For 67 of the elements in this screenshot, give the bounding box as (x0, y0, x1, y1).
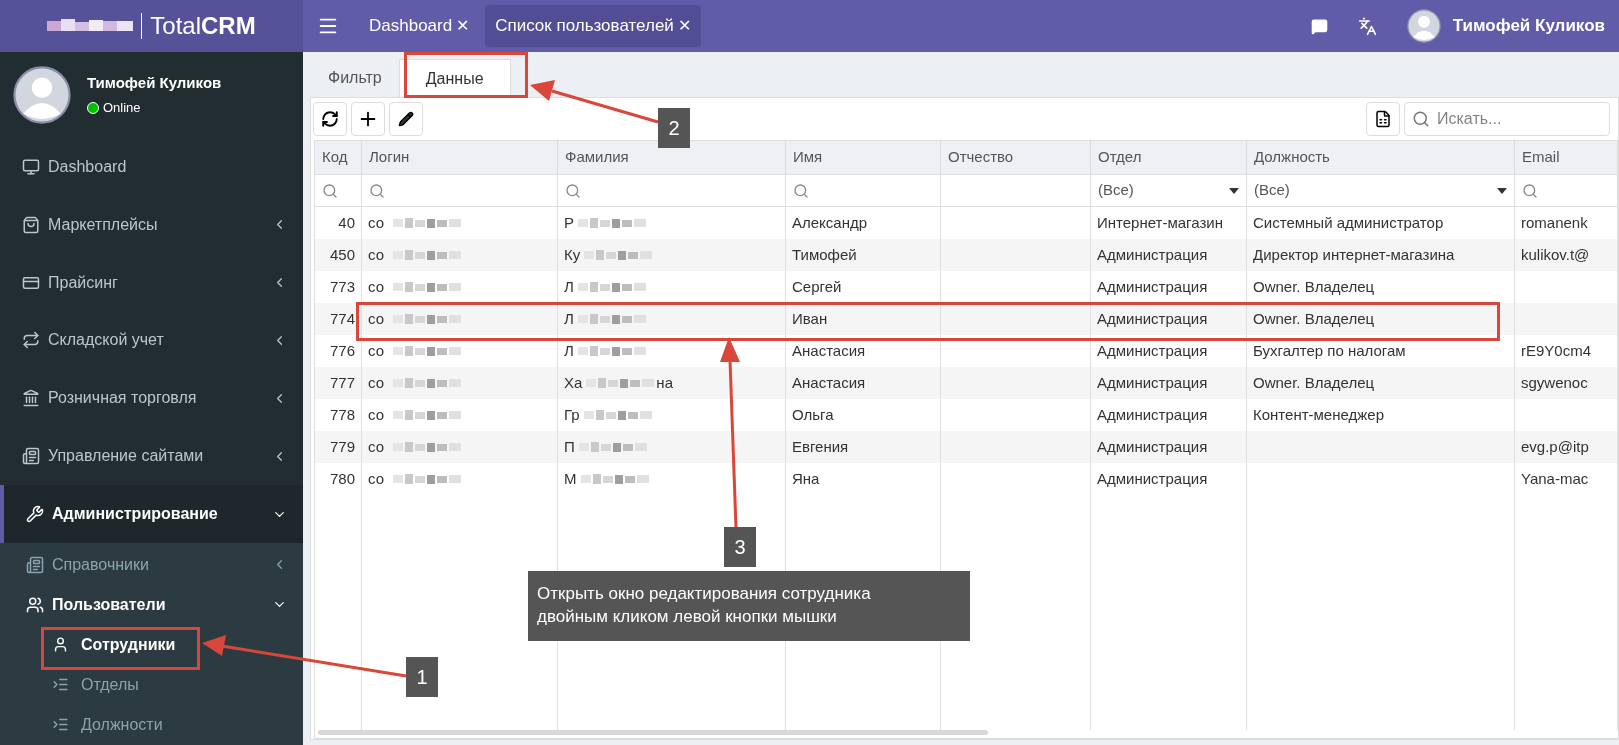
dropdown-caret-icon (1497, 187, 1507, 194)
search-icon (1412, 110, 1430, 128)
column-header[interactable]: Email (1515, 141, 1618, 174)
table-cell: со (362, 463, 558, 495)
submenu-item[interactable]: Справочники (0, 544, 303, 585)
horizontal-scrollbar[interactable] (318, 730, 988, 735)
menu-item[interactable]: Администрирование (0, 485, 303, 543)
spreadsheet-icon (1374, 110, 1392, 128)
menu-item[interactable]: Прайсинг (0, 253, 303, 312)
refresh-button[interactable] (313, 102, 347, 136)
submenu-item[interactable]: Сотрудники (48, 630, 180, 659)
table-cell: со (362, 271, 558, 303)
search-icon[interactable] (1522, 182, 1538, 199)
table-cell: 780 (315, 463, 362, 495)
refresh-icon (321, 110, 339, 128)
brand-logo: TotalCRM (150, 11, 256, 41)
menu-item[interactable]: Складской учет (0, 311, 303, 370)
table-cell: Администрация (1091, 463, 1247, 495)
menu-item[interactable]: Управление сайтами (0, 427, 303, 486)
user-status: Online (103, 99, 141, 118)
user-avatar (13, 65, 71, 124)
menu-item[interactable]: Маркетплейсы (0, 195, 303, 254)
column-header[interactable]: Логин (362, 141, 558, 174)
table-cell: Yana-mac (1515, 463, 1618, 495)
close-icon[interactable]: ✕ (456, 14, 470, 38)
dropdown-caret-icon (1229, 187, 1239, 194)
excel-export-button[interactable] (1366, 102, 1400, 136)
app-tab[interactable]: Dashboard ✕ (359, 5, 480, 47)
filter-dropdown[interactable]: (Все) (1091, 175, 1247, 206)
table-cell: Сергей (786, 271, 941, 303)
column-header[interactable]: Должность (1247, 141, 1515, 174)
edit-button[interactable] (389, 102, 423, 136)
menu-item[interactable]: Розничная торговля (0, 369, 303, 428)
filter-dropdown[interactable]: (Все) (1247, 175, 1515, 206)
close-icon[interactable]: ✕ (677, 14, 691, 38)
step-number: 2 (658, 108, 690, 148)
pencil-icon (398, 111, 414, 127)
search-icon[interactable] (322, 182, 338, 199)
page-tab[interactable]: Фильтр (314, 59, 396, 97)
table-cell: Л (558, 271, 786, 303)
column-header[interactable]: Отдел (1091, 141, 1247, 174)
search-icon[interactable] (793, 182, 809, 199)
submenu-item[interactable]: Должности (48, 710, 167, 739)
menu-item[interactable]: Dashboard (0, 137, 303, 196)
column-header[interactable]: Отчество (941, 141, 1091, 174)
step-number: 3 (724, 527, 756, 567)
add-button[interactable] (351, 102, 385, 136)
app-tab[interactable]: Список пользователей ✕ (485, 5, 701, 47)
column-header[interactable]: Код (315, 141, 362, 174)
user-name[interactable]: Тимофей Куликов (1452, 13, 1605, 39)
chat-icon[interactable] (1310, 17, 1328, 35)
search-field[interactable]: Искать... (1404, 102, 1610, 136)
page-tab[interactable]: Данные (398, 59, 511, 97)
annotation-note: Открыть окно редактирования сотрудника двойным кликом левой кнопки мышки (528, 571, 970, 641)
submenu-item[interactable]: Отделы (48, 670, 143, 699)
table-cell: М (558, 463, 786, 495)
user-avatar (1406, 9, 1441, 43)
search-icon[interactable] (565, 182, 581, 199)
step-number: 1 (406, 657, 438, 697)
column-header[interactable]: Имя (786, 141, 941, 174)
search-icon[interactable] (369, 182, 385, 199)
submenu-item[interactable]: Пользователи (0, 584, 303, 625)
user-name: Тимофей Куликов (87, 72, 222, 93)
table-cell: Администрация (1091, 271, 1247, 303)
person-icon (52, 636, 69, 654)
table-cell: Яна (786, 463, 941, 495)
translate-icon[interactable] (1357, 16, 1377, 36)
